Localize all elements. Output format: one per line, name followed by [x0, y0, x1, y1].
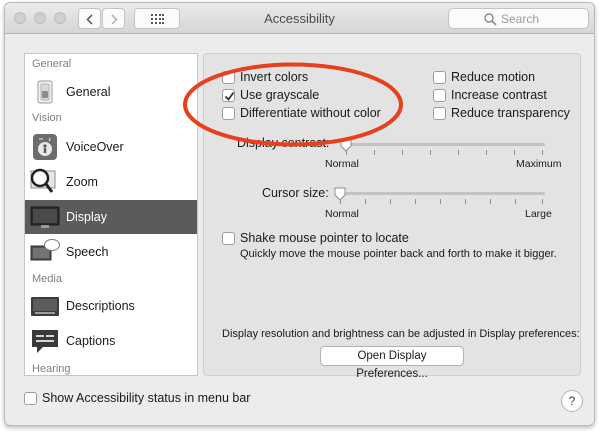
slider-tick [458, 150, 459, 155]
cursor-size-knob[interactable] [334, 187, 346, 201]
accessibility-window: Accessibility Search General General Vis… [4, 2, 595, 426]
slider-tick [415, 199, 416, 204]
checkbox-label: Shake mouse pointer to locate [240, 231, 409, 245]
category-general: General [32, 58, 72, 70]
contrast-min-label: Normal [325, 158, 359, 170]
captions-icon [32, 330, 58, 353]
slider-tick [515, 199, 516, 204]
annotation-ellipse [183, 62, 403, 147]
checkbox-label: Reduce motion [451, 70, 536, 84]
sidebar-item-descriptions[interactable]: Descriptions [25, 289, 197, 323]
slider-tick [365, 199, 366, 204]
title-bar: Accessibility Search [5, 3, 594, 34]
shake-description: Quickly move the mouse pointer back and … [240, 248, 557, 260]
sidebar: General General Vision VoiceOver Zoom Di… [24, 53, 198, 376]
sidebar-item-display[interactable]: Display [25, 200, 197, 234]
slider-tick [486, 150, 487, 155]
slider-tick [374, 150, 375, 155]
checkbox-box [433, 89, 446, 102]
sidebar-item-zoom[interactable]: Zoom [25, 165, 197, 199]
slider-tick [542, 150, 543, 155]
resolution-hint: Display resolution and brightness can be… [222, 328, 580, 340]
cursor-min-label: Normal [325, 208, 359, 220]
sidebar-item-captions[interactable]: Captions [25, 324, 197, 358]
checkbox-label: Increase contrast [451, 88, 547, 102]
zoom-magnifier-icon [30, 168, 56, 193]
category-hearing: Hearing [32, 363, 71, 375]
slider-tick [440, 199, 441, 204]
slider-tick [490, 199, 491, 204]
slider-tick [402, 150, 403, 155]
sidebar-item-label: General [66, 85, 111, 99]
cursor-size-label: Cursor size: [262, 186, 329, 200]
checkbox-label: Show Accessibility status in menu bar [42, 391, 251, 405]
monitor-icon [30, 206, 60, 228]
checkbox-label: Reduce transparency [451, 106, 570, 120]
cursor-max-label: Large [525, 208, 552, 220]
descriptions-icon [31, 297, 59, 316]
contrast-max-label: Maximum [516, 158, 562, 170]
open-display-preferences-button[interactable]: Open Display Preferences... [320, 346, 464, 380]
checkbox-box [222, 232, 235, 245]
sidebar-item-label: Descriptions [66, 299, 135, 313]
sidebar-item-label: Speech [66, 245, 109, 259]
checkbox-box [24, 392, 37, 405]
sidebar-item-label: Zoom [66, 175, 98, 189]
sidebar-item-label: Captions [66, 334, 116, 348]
slider-tick [542, 199, 543, 204]
voiceover-icon [33, 134, 57, 160]
sidebar-item-speech[interactable]: Speech [25, 235, 197, 269]
sidebar-item-general[interactable]: General [25, 75, 197, 109]
slider-tick [514, 150, 515, 155]
cursor-size-slider[interactable] [337, 192, 545, 195]
sidebar-item-voiceover[interactable]: VoiceOver [25, 130, 197, 164]
slider-tick [430, 150, 431, 155]
switch-icon [37, 80, 53, 104]
search-field[interactable]: Search [448, 8, 589, 29]
search-icon [484, 13, 497, 26]
slider-tick [465, 199, 466, 204]
slider-tick [390, 199, 391, 204]
sidebar-item-label: Display [66, 210, 107, 224]
sidebar-item-label: VoiceOver [66, 140, 124, 154]
checkbox-box [433, 107, 446, 120]
category-media: Media [32, 273, 62, 285]
speech-bubble-icon [30, 239, 60, 261]
search-placeholder: Search [501, 12, 540, 26]
help-button[interactable]: ? [561, 390, 583, 412]
category-vision: Vision [32, 112, 62, 124]
checkbox-box [433, 71, 446, 84]
